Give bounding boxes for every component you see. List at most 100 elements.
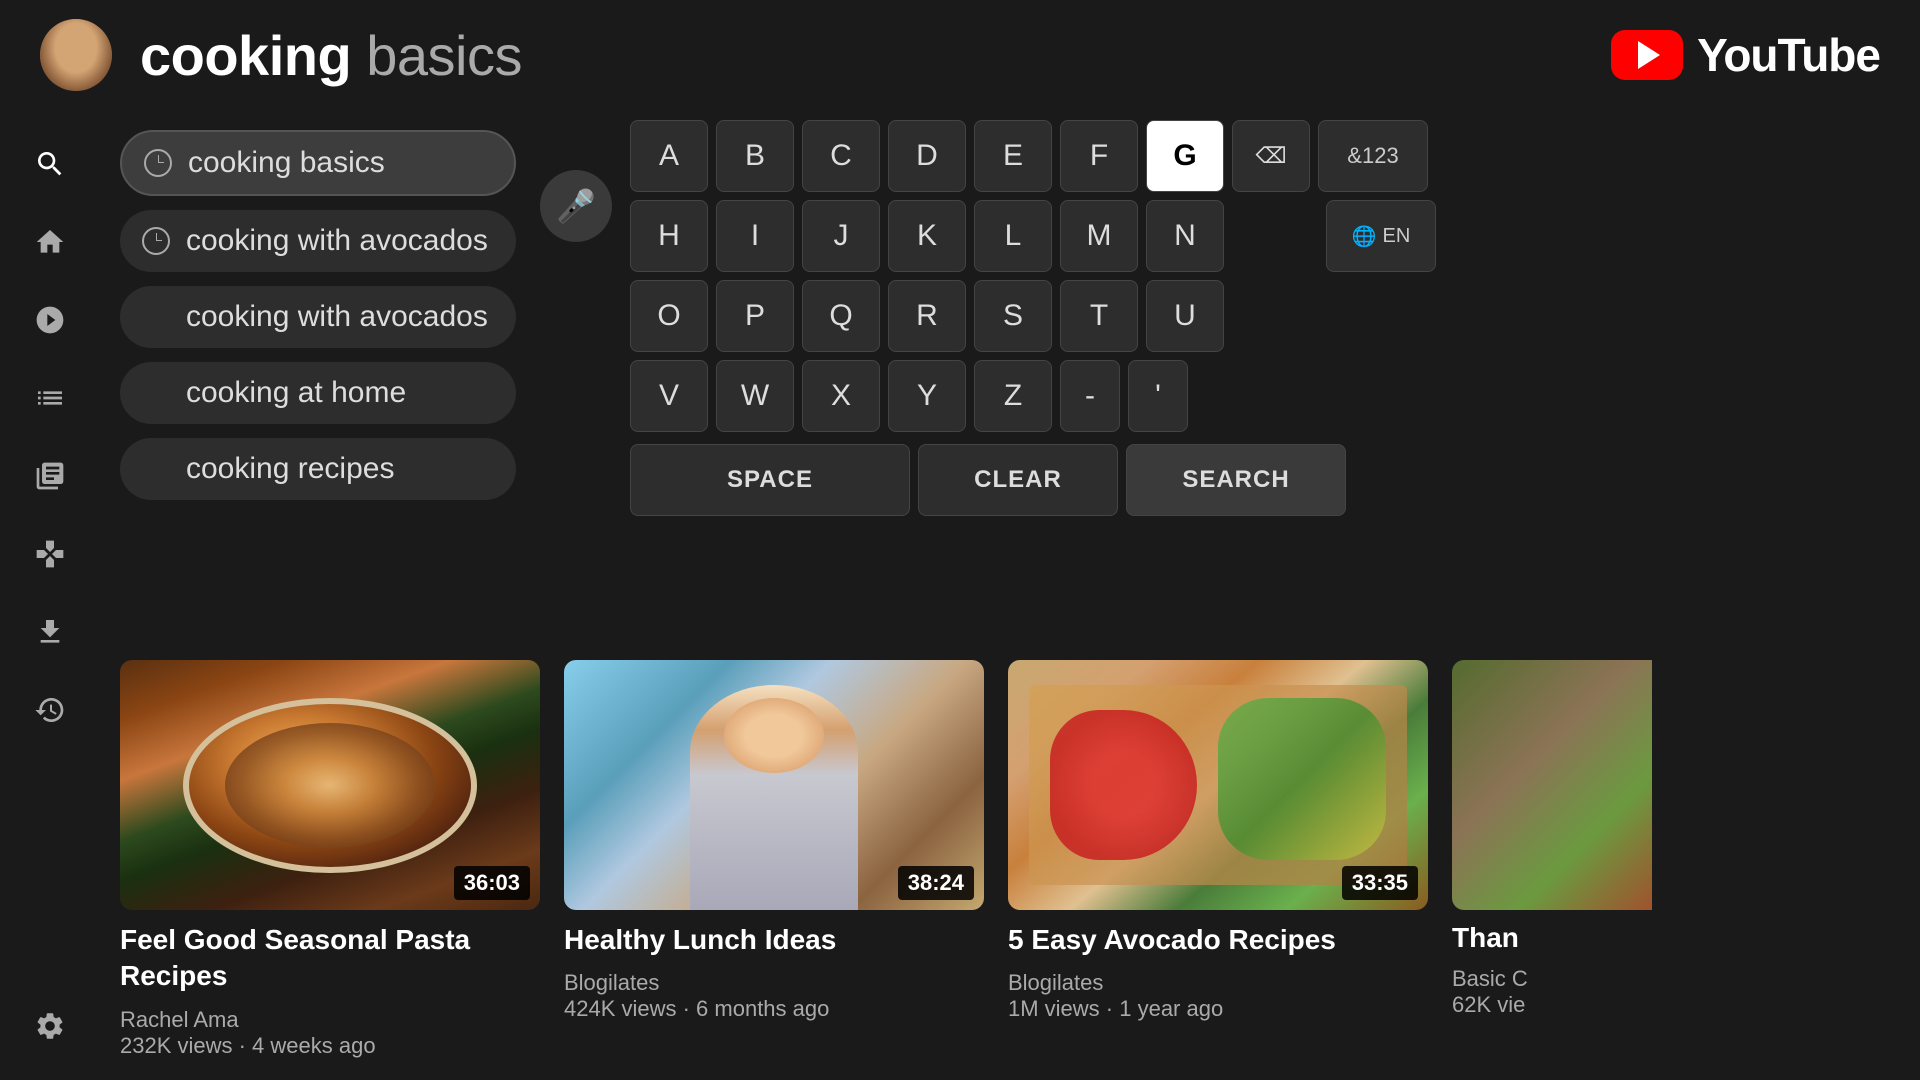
key-T[interactable]: T <box>1060 280 1138 352</box>
key-Z[interactable]: Z <box>974 360 1052 432</box>
sidebar-item-search[interactable] <box>26 140 74 188</box>
sidebar-item-settings[interactable] <box>26 1002 74 1050</box>
search-query-bold: cooking <box>140 24 366 87</box>
video-meta: Blogilates424K views · 6 months ago <box>564 970 984 1022</box>
keyboard-row-1: A B C D E F G ⌫ &123 <box>630 120 1900 192</box>
key-K[interactable]: K <box>888 200 966 272</box>
numeric-key[interactable]: &123 <box>1318 120 1428 192</box>
video-title: Healthy Lunch Ideas <box>564 922 984 958</box>
sidebar-item-library[interactable] <box>26 452 74 500</box>
key-U[interactable]: U <box>1146 280 1224 352</box>
video-title-partial: Than <box>1452 922 1652 954</box>
sidebar-item-downloads[interactable] <box>26 608 74 656</box>
keyboard-grid: A B C D E F G ⌫ &123 H I J K L M N <box>630 120 1900 516</box>
keyboard-row-4: V W X Y Z - ' <box>630 360 1900 432</box>
space-key[interactable]: SPACE <box>630 444 910 516</box>
history-icon <box>144 149 172 177</box>
suggestion-item[interactable]: cooking basics <box>120 130 516 196</box>
video-card[interactable]: 38:24 Healthy Lunch Ideas Blogilates424K… <box>564 660 984 1080</box>
video-meta: Blogilates1M views · 1 year ago <box>1008 970 1428 1022</box>
sidebar-item-games[interactable] <box>26 530 74 578</box>
video-thumbnail-partial <box>1452 660 1652 910</box>
key-D[interactable]: D <box>888 120 966 192</box>
suggestion-text: cooking at home <box>186 376 406 410</box>
key-dash[interactable]: - <box>1060 360 1120 432</box>
video-thumbnail: 36:03 <box>120 660 540 910</box>
videos-row: 36:03 Feel Good Seasonal Pasta Recipes R… <box>120 660 1920 1080</box>
video-thumbnail: 33:35 <box>1008 660 1428 910</box>
search-key[interactable]: SEARCH <box>1126 444 1346 516</box>
key-C[interactable]: C <box>802 120 880 192</box>
sidebar-item-subscriptions[interactable] <box>26 296 74 344</box>
key-S[interactable]: S <box>974 280 1052 352</box>
youtube-play-icon <box>1638 41 1660 69</box>
key-L[interactable]: L <box>974 200 1052 272</box>
globe-icon: 🌐 <box>1352 224 1377 249</box>
key-W[interactable]: W <box>716 360 794 432</box>
video-card-partial[interactable]: Than Basic C62K vie <box>1452 660 1652 1080</box>
mic-button[interactable]: 🎤 <box>540 170 612 242</box>
suggestion-item[interactable]: cooking at home <box>120 362 516 424</box>
sidebar-item-queue[interactable] <box>26 374 74 422</box>
video-meta-partial: Basic C62K vie <box>1452 966 1652 1018</box>
key-O[interactable]: O <box>630 280 708 352</box>
video-title: Feel Good Seasonal Pasta Recipes <box>120 922 540 995</box>
key-apostrophe[interactable]: ' <box>1128 360 1188 432</box>
key-E[interactable]: E <box>974 120 1052 192</box>
key-B[interactable]: B <box>716 120 794 192</box>
lang-label: EN <box>1383 225 1411 248</box>
suggestions-list: cooking basics cooking with avocados coo… <box>120 130 516 500</box>
video-thumbnail: 38:24 <box>564 660 984 910</box>
sidebar <box>0 110 100 1080</box>
key-X[interactable]: X <box>802 360 880 432</box>
suggestion-text: cooking basics <box>188 146 385 180</box>
key-F[interactable]: F <box>1060 120 1138 192</box>
suggestion-item[interactable]: cooking recipes <box>120 438 516 500</box>
history-icon <box>142 227 170 255</box>
video-card[interactable]: 36:03 Feel Good Seasonal Pasta Recipes R… <box>120 660 540 1080</box>
clear-key[interactable]: CLEAR <box>918 444 1118 516</box>
keyboard-bottom-row: SPACE CLEAR SEARCH <box>630 444 1900 516</box>
suggestion-item[interactable]: cooking with avocados <box>120 286 516 348</box>
key-Y[interactable]: Y <box>888 360 966 432</box>
sidebar-item-home[interactable] <box>26 218 74 266</box>
duration-badge: 36:03 <box>454 866 530 900</box>
youtube-wordmark: YouTube <box>1697 28 1880 82</box>
keyboard-area: 🎤 A B C D E F G ⌫ &123 H I J K L <box>630 120 1900 516</box>
key-V[interactable]: V <box>630 360 708 432</box>
key-R[interactable]: R <box>888 280 966 352</box>
language-key[interactable]: 🌐 EN <box>1326 200 1436 272</box>
keyboard-row-2: H I J K L M N 🌐 EN <box>630 200 1900 272</box>
key-I[interactable]: I <box>716 200 794 272</box>
key-M[interactable]: M <box>1060 200 1138 272</box>
key-A[interactable]: A <box>630 120 708 192</box>
duration-badge: 38:24 <box>898 866 974 900</box>
suggestion-text: cooking with avocados <box>186 300 488 334</box>
search-query-light: basics <box>366 24 522 87</box>
suggestion-text: cooking with avocados <box>186 224 488 258</box>
video-meta: Rachel Ama232K views · 4 weeks ago <box>120 1007 540 1059</box>
backspace-key[interactable]: ⌫ <box>1232 120 1310 192</box>
video-card[interactable]: 33:35 5 Easy Avocado Recipes Blogilates1… <box>1008 660 1428 1080</box>
key-J[interactable]: J <box>802 200 880 272</box>
youtube-logo: YouTube <box>1611 28 1880 82</box>
header: cooking basics YouTube <box>0 0 1920 110</box>
main-content: cooking basics cooking with avocados coo… <box>100 110 1920 1080</box>
key-P[interactable]: P <box>716 280 794 352</box>
spacer <box>142 303 170 331</box>
search-title: cooking basics <box>140 23 522 88</box>
key-G[interactable]: G <box>1146 120 1224 192</box>
spacer <box>142 379 170 407</box>
duration-badge: 33:35 <box>1342 866 1418 900</box>
video-title: 5 Easy Avocado Recipes <box>1008 922 1428 958</box>
spacer <box>142 455 170 483</box>
sidebar-item-history[interactable] <box>26 686 74 734</box>
keyboard-row-3: O P Q R S T U <box>630 280 1900 352</box>
avatar <box>40 19 112 91</box>
suggestion-text: cooking recipes <box>186 452 394 486</box>
key-N[interactable]: N <box>1146 200 1224 272</box>
key-Q[interactable]: Q <box>802 280 880 352</box>
suggestion-item[interactable]: cooking with avocados <box>120 210 516 272</box>
key-H[interactable]: H <box>630 200 708 272</box>
mic-icon: 🎤 <box>556 187 596 225</box>
